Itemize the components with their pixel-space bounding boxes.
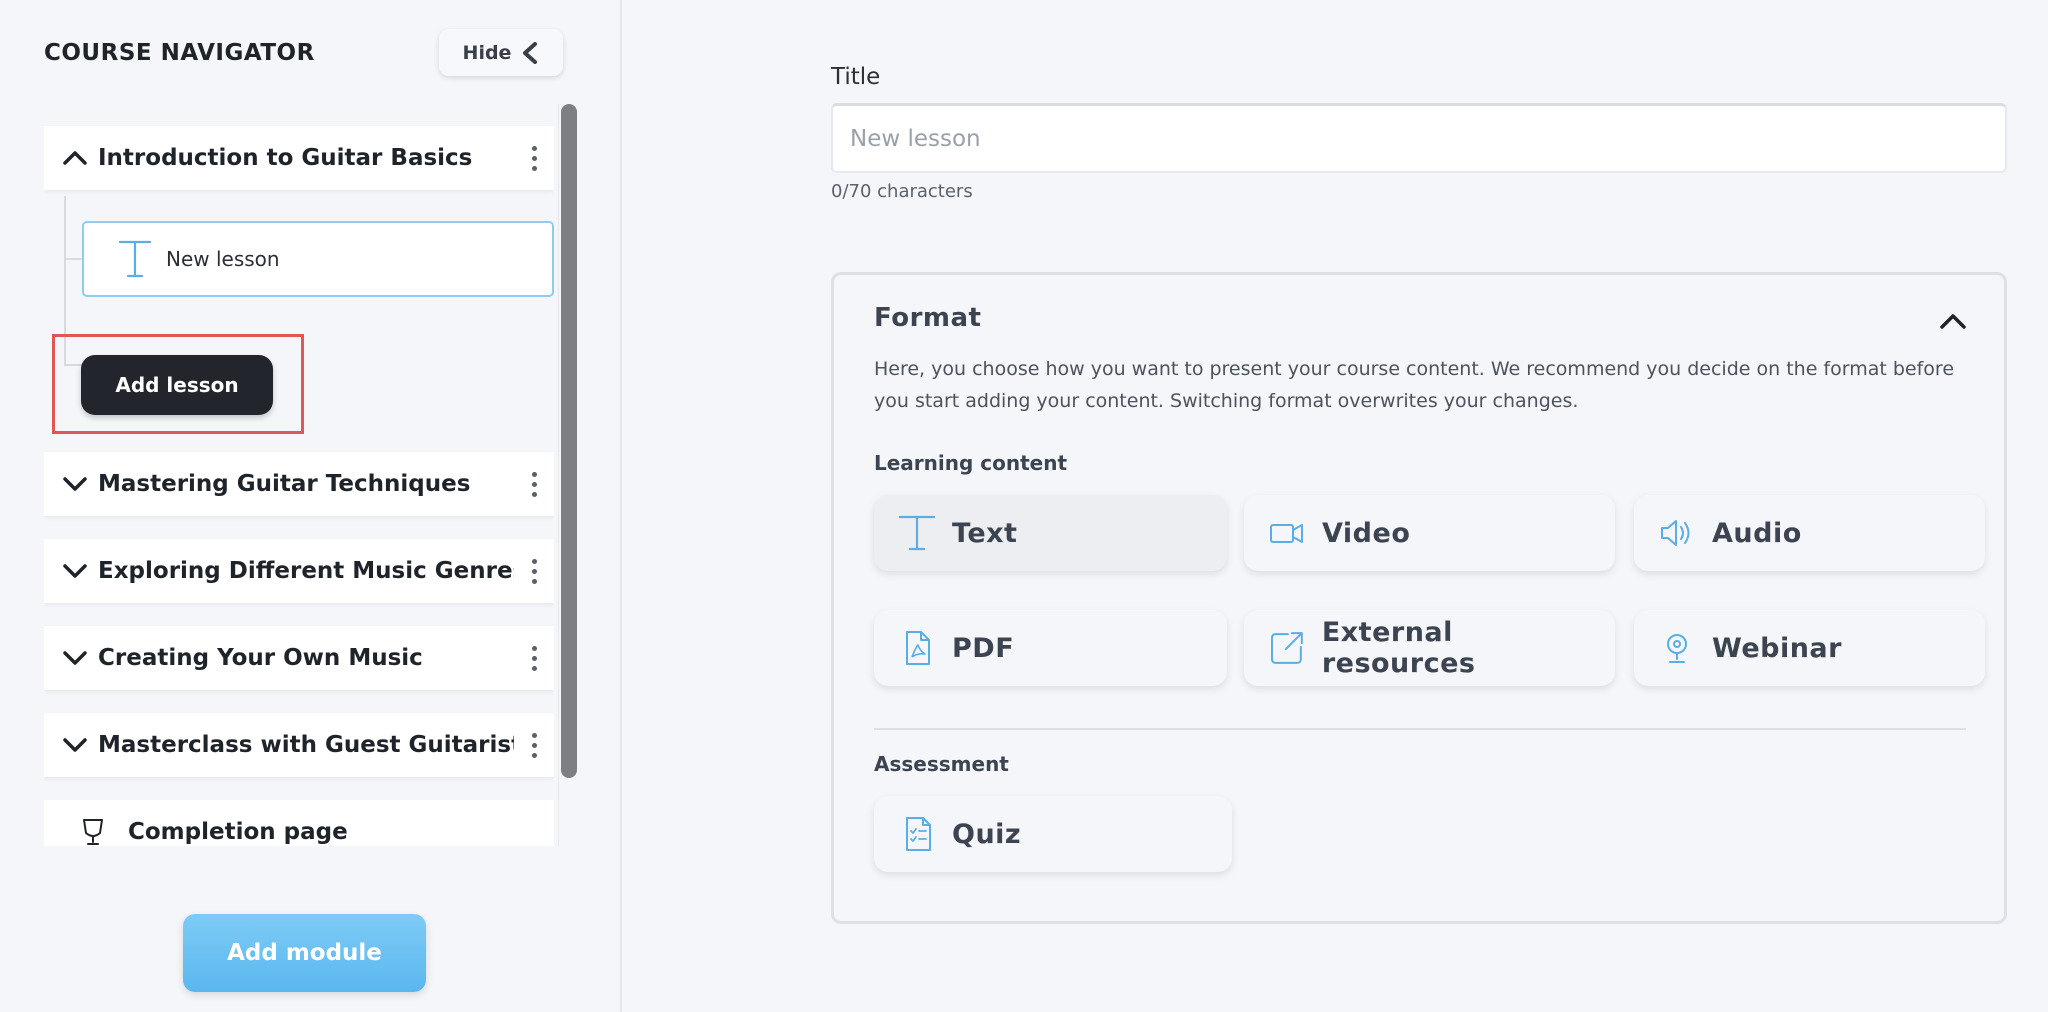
pdf-icon — [906, 631, 930, 665]
more-options-icon[interactable] — [514, 732, 554, 758]
more-options-icon[interactable] — [514, 471, 554, 497]
character-count: 0/70 characters — [831, 181, 973, 202]
external-link-icon — [1270, 632, 1303, 664]
add-module-button[interactable]: Add module — [183, 914, 426, 992]
title-label: Title — [831, 64, 881, 90]
module-item[interactable]: Masterclass with Guest Guitarists — [44, 713, 554, 777]
format-option-webinar[interactable]: Webinar — [1634, 610, 1985, 686]
module-title: Exploring Different Music Genres — [98, 558, 514, 584]
chevron-down-icon — [63, 564, 87, 578]
learning-content-label: Learning content — [874, 451, 1068, 475]
module-title: Mastering Guitar Techniques — [98, 471, 471, 497]
chevron-up-icon — [63, 151, 87, 165]
format-option-pdf[interactable]: PDF — [874, 610, 1227, 686]
module-title: Introduction to Guitar Basics — [98, 145, 473, 171]
module-title: Creating Your Own Music — [98, 645, 423, 671]
text-icon — [898, 515, 936, 551]
module-item[interactable]: Mastering Guitar Techniques — [44, 452, 554, 516]
module-list: Introduction to Guitar Basics New lesson… — [44, 106, 554, 846]
add-lesson-button[interactable]: Add lesson — [81, 355, 273, 415]
format-option-label: Audio — [1712, 517, 1802, 549]
section-divider — [874, 728, 1966, 730]
completion-page-item[interactable]: Completion page — [44, 800, 554, 846]
format-option-label: External resources — [1321, 617, 1476, 679]
more-options-icon[interactable] — [514, 558, 554, 584]
scrollbar-thumb[interactable] — [561, 104, 577, 778]
format-section: Format Here, you choose how you want to … — [831, 272, 2007, 924]
format-option-text[interactable]: Text — [874, 495, 1227, 571]
audio-icon — [1661, 520, 1690, 546]
assessment-label: Assessment — [874, 752, 1009, 776]
chevron-left-icon — [523, 41, 538, 64]
webinar-icon — [1667, 634, 1687, 663]
module-title: Masterclass with Guest Guitarists — [98, 732, 514, 758]
more-options-icon[interactable] — [514, 145, 554, 171]
module-item[interactable]: Creating Your Own Music — [44, 626, 554, 690]
chevron-down-icon — [63, 651, 87, 665]
format-option-label: Quiz — [952, 818, 1022, 850]
chevron-down-icon — [63, 738, 87, 752]
format-option-quiz[interactable]: Quiz — [874, 796, 1232, 872]
course-navigator-title: COURSE NAVIGATOR — [44, 40, 315, 66]
hide-sidebar-button[interactable]: Hide — [439, 29, 563, 76]
format-option-external-resources[interactable]: External resources — [1244, 610, 1615, 686]
course-navigator-sidebar: COURSE NAVIGATOR Hide Introduction to Gu… — [0, 0, 622, 1012]
lesson-item[interactable]: New lesson — [82, 221, 554, 297]
format-option-label: Video — [1322, 517, 1411, 549]
hide-button-label: Hide — [462, 41, 512, 64]
more-options-icon[interactable] — [514, 645, 554, 671]
module-item[interactable]: Introduction to Guitar Basics — [44, 126, 554, 190]
format-heading: Format — [874, 303, 982, 333]
chevron-down-icon — [63, 477, 87, 491]
video-icon — [1270, 524, 1303, 543]
trophy-icon — [83, 819, 103, 845]
tree-connector — [64, 258, 84, 260]
format-option-label: Webinar — [1712, 632, 1842, 664]
title-input[interactable] — [831, 103, 2007, 173]
format-option-audio[interactable]: Audio — [1634, 495, 1985, 571]
sidebar-scrollbar[interactable] — [558, 104, 578, 846]
completion-page-label: Completion page — [128, 819, 348, 845]
format-description: Here, you choose how you want to present… — [874, 358, 1955, 412]
quiz-icon — [906, 817, 931, 851]
chevron-up-icon[interactable] — [1938, 311, 1968, 331]
format-option-label: Text — [952, 517, 1018, 549]
lesson-title: New lesson — [166, 247, 280, 271]
module-item[interactable]: Exploring Different Music Genres — [44, 539, 554, 603]
format-option-video[interactable]: Video — [1244, 495, 1615, 571]
text-icon — [118, 240, 152, 278]
format-option-label: PDF — [952, 632, 1015, 664]
